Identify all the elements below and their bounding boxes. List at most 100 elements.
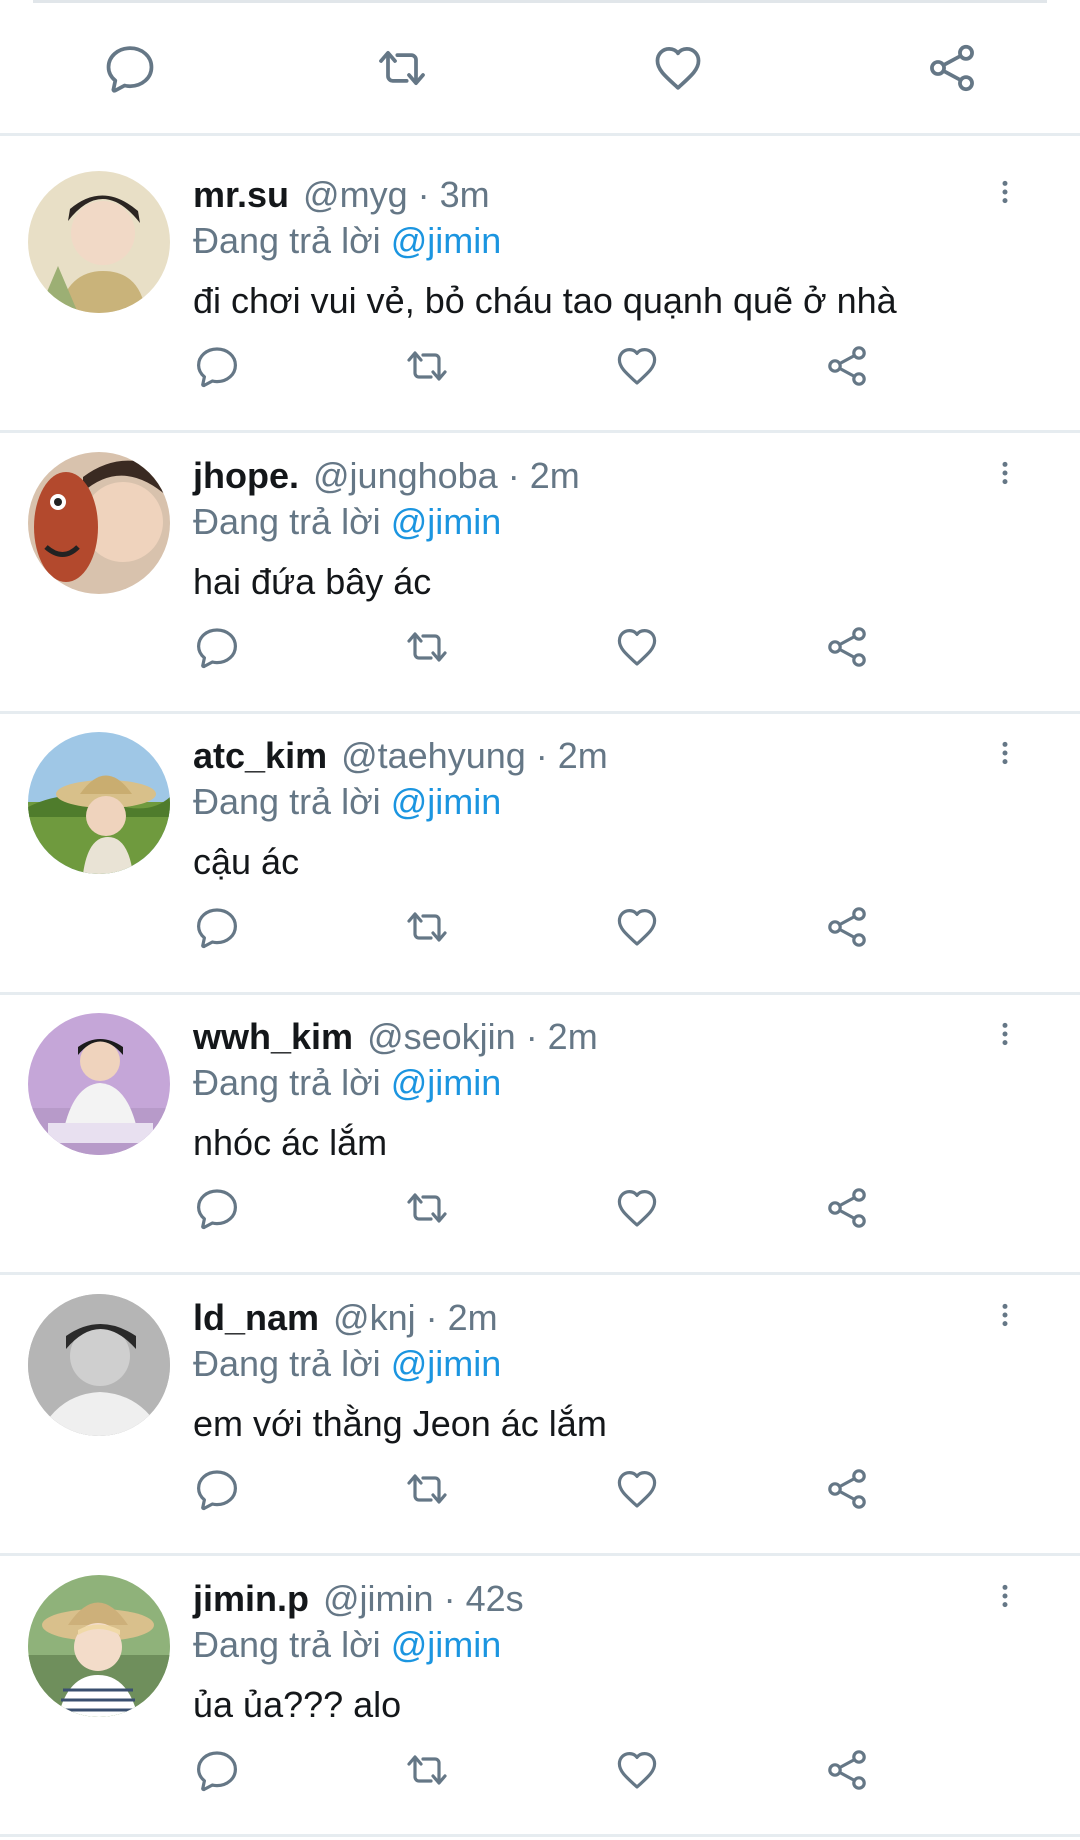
reply-icon [197, 1189, 237, 1230]
replying-label: Đang trả lời [193, 781, 381, 822]
reply-button[interactable] [102, 40, 158, 96]
more-options-button[interactable] [990, 1571, 1020, 1621]
main-tweet-actions [0, 0, 1080, 135]
reply-icon [197, 347, 237, 388]
more-options-button[interactable] [990, 167, 1020, 217]
share-button[interactable] [822, 341, 872, 391]
user-handle[interactable]: @jimin [323, 1578, 434, 1619]
reply-header: jhope. @junghoba · 2m [193, 454, 580, 498]
like-icon [617, 628, 657, 666]
like-icon [617, 348, 657, 385]
reply-item[interactable]: mr.su @myg · 3m Đang trả lời @jimin đi ch… [0, 137, 1080, 417]
reply-item[interactable]: jhope. @junghoba · 2m Đang trả lời @jimin… [0, 418, 1080, 698]
reply-header: mr.su @myg · 3m [193, 173, 490, 217]
mention-link[interactable]: @jimin [391, 781, 502, 822]
share-button[interactable] [822, 1745, 872, 1795]
share-icon [828, 627, 866, 667]
retweet-button[interactable] [402, 1464, 452, 1514]
more-options-button[interactable] [990, 1290, 1020, 1340]
like-button[interactable] [612, 1464, 662, 1514]
share-button[interactable] [822, 1464, 872, 1514]
share-button[interactable] [822, 1183, 872, 1233]
avatar[interactable] [28, 732, 170, 874]
timestamp: · 2m [507, 455, 580, 496]
reply-button[interactable] [192, 1183, 242, 1233]
replying-to: Đang trả lời @jimin [193, 780, 501, 824]
reply-text: em với thằng Jeon ác lắm [193, 1403, 607, 1444]
share-button[interactable] [924, 40, 980, 96]
replying-to: Đang trả lời @jimin [193, 1342, 501, 1386]
reply-text: nhóc ác lắm [193, 1122, 388, 1163]
retweet-icon [407, 1193, 447, 1223]
avatar[interactable] [28, 171, 170, 313]
share-button[interactable] [822, 622, 872, 672]
like-button[interactable] [612, 1183, 662, 1233]
more-vertical-icon [1002, 1022, 1008, 1046]
more-vertical-icon [1002, 741, 1008, 765]
reply-button[interactable] [192, 1464, 242, 1514]
reply-header: atc_kim @taehyung · 2m [193, 734, 608, 778]
reply-item[interactable]: ld_nam @knj · 2m Đang trả lời @jimin em v… [0, 1260, 1080, 1540]
retweet-button[interactable] [402, 902, 452, 952]
reply-icon [197, 628, 237, 669]
mention-link[interactable]: @jimin [391, 1343, 502, 1384]
retweet-button[interactable] [402, 1745, 452, 1795]
more-options-button[interactable] [990, 448, 1020, 498]
display-name[interactable]: jhope. [193, 455, 299, 496]
retweet-button[interactable] [374, 40, 430, 96]
replying-to: Đang trả lời @jimin [193, 1061, 501, 1105]
reply-item[interactable]: jimin.p @jimin · 42s Đang trả lời @jimin … [0, 1541, 1080, 1821]
more-vertical-icon [1002, 1584, 1008, 1608]
replying-label: Đang trả lời [193, 220, 381, 261]
reply-button[interactable] [192, 341, 242, 391]
mention-link[interactable]: @jimin [391, 501, 502, 542]
retweet-button[interactable] [402, 622, 452, 672]
display-name[interactable]: atc_kim [193, 735, 327, 776]
retweet-icon [407, 351, 447, 381]
reply-button[interactable] [192, 1745, 242, 1795]
like-icon [655, 46, 701, 90]
like-icon [617, 908, 657, 946]
like-button[interactable] [650, 40, 706, 96]
share-icon [930, 44, 974, 92]
mention-link[interactable]: @jimin [391, 1062, 502, 1103]
avatar[interactable] [28, 1575, 170, 1717]
user-handle[interactable]: @junghoba [313, 455, 498, 496]
user-handle[interactable]: @myg [303, 174, 408, 215]
user-handle[interactable]: @taehyung [341, 735, 526, 776]
reply-header: wwh_kim @seokjin · 2m [193, 1015, 598, 1059]
like-button[interactable] [612, 1745, 662, 1795]
more-options-button[interactable] [990, 1009, 1020, 1059]
like-button[interactable] [612, 902, 662, 952]
like-button[interactable] [612, 341, 662, 391]
avatar[interactable] [28, 452, 170, 594]
avatar[interactable] [28, 1013, 170, 1155]
share-button[interactable] [822, 902, 872, 952]
display-name[interactable]: ld_nam [193, 1297, 319, 1338]
reply-item[interactable]: atc_kim @taehyung · 2m Đang trả lời @jimi… [0, 698, 1080, 978]
avatar[interactable] [28, 1294, 170, 1436]
more-vertical-icon [1002, 1303, 1008, 1327]
replying-label: Đang trả lời [193, 1624, 381, 1665]
like-button[interactable] [612, 622, 662, 672]
reply-button[interactable] [192, 622, 242, 672]
user-handle[interactable]: @seokjin [367, 1016, 516, 1057]
retweet-icon [407, 1474, 447, 1504]
reply-text: cậu ác [193, 841, 300, 882]
share-icon [828, 907, 866, 947]
display-name[interactable]: wwh_kim [193, 1016, 353, 1057]
like-icon [617, 1751, 657, 1789]
user-handle[interactable]: @knj [333, 1297, 416, 1338]
mention-link[interactable]: @jimin [391, 220, 502, 261]
reply-button[interactable] [192, 902, 242, 952]
display-name[interactable]: jimin.p [193, 1578, 309, 1619]
reply-item[interactable]: wwh_kim @seokjin · 2m Đang trả lời @jimin… [0, 979, 1080, 1259]
reply-text: hai đứa bây ác [193, 561, 432, 602]
mention-link[interactable]: @jimin [391, 1624, 502, 1665]
retweet-button[interactable] [402, 1183, 452, 1233]
display-name[interactable]: mr.su [193, 174, 289, 215]
more-vertical-icon [1002, 180, 1008, 204]
retweet-button[interactable] [402, 341, 452, 391]
more-options-button[interactable] [990, 728, 1020, 778]
share-icon [828, 1188, 866, 1228]
